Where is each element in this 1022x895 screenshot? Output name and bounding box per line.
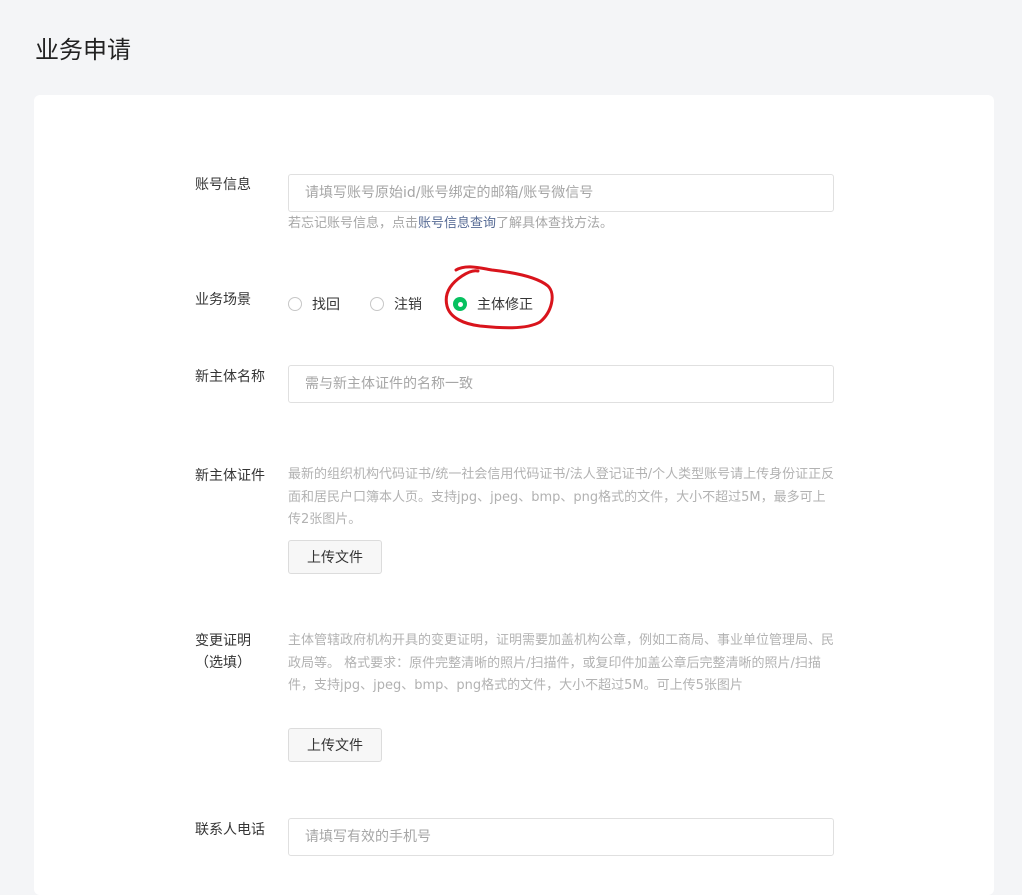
scenario-label: 业务场景: [195, 292, 251, 308]
account-input[interactable]: [289, 175, 833, 211]
contact-phone-field: [288, 818, 834, 856]
radio-label-entity-correction: 主体修正: [477, 297, 533, 313]
account-hint-prefix: 若忘记账号信息，点击: [288, 216, 419, 231]
account-hint-suffix: 了解具体查找方法。: [496, 216, 614, 231]
radio-label-recover: 找回: [312, 297, 340, 313]
new-name-field: [288, 365, 834, 403]
radio-dot-recover: [288, 297, 302, 311]
radio-option-cancel[interactable]: 注销: [370, 294, 422, 314]
account-hint: 若忘记账号信息，点击账号信息查询了解具体查找方法。: [288, 213, 838, 235]
radio-option-entity-correction[interactable]: 主体修正: [453, 294, 533, 314]
change-proof-upload-button[interactable]: 上传文件: [288, 728, 382, 762]
new-cert-label: 新主体证件: [195, 468, 265, 484]
radio-label-cancel: 注销: [394, 297, 422, 313]
new-cert-upload-button[interactable]: 上传文件: [288, 540, 382, 574]
account-label: 账号信息: [195, 177, 251, 193]
page-title: 业务申请: [35, 36, 131, 64]
new-name-input[interactable]: [289, 366, 833, 402]
new-name-label: 新主体名称: [195, 369, 265, 385]
radio-dot-cancel: [370, 297, 384, 311]
radio-option-recover[interactable]: 找回: [288, 294, 340, 314]
radio-dot-entity-correction: [453, 297, 467, 311]
change-proof-label: 变更证明（选填）: [195, 633, 251, 671]
account-field: [288, 174, 834, 212]
new-cert-description: 最新的组织机构代码证书/统一社会信用代码证书/法人登记证书/个人类型账号请上传身…: [288, 467, 835, 527]
change-proof-description: 主体管辖政府机构开具的变更证明，证明需要加盖机构公章，例如工商局、事业单位管理局…: [288, 633, 835, 693]
contact-phone-input[interactable]: [289, 819, 833, 855]
contact-phone-label: 联系人电话: [195, 822, 265, 838]
account-lookup-link[interactable]: 账号信息查询: [418, 216, 496, 231]
